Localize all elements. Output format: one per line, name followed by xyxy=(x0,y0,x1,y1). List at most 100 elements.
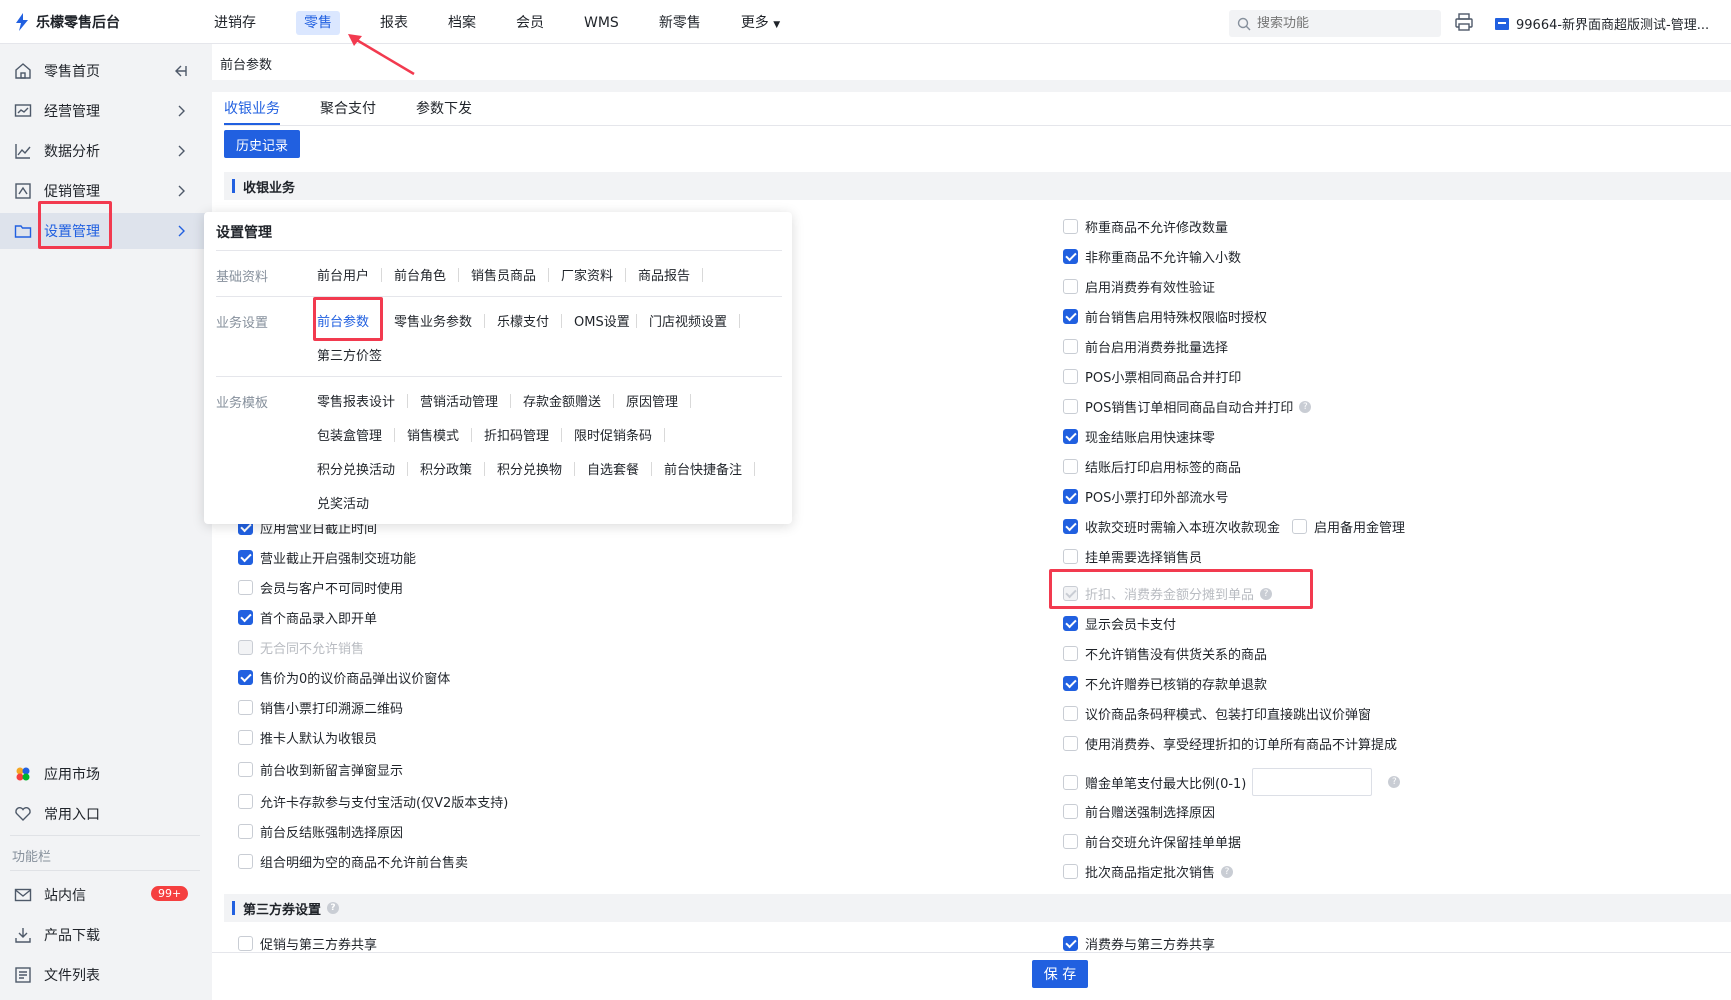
topnav-item-more[interactable]: 更多 ▼ xyxy=(727,0,794,44)
sidebar-item-app-market[interactable]: 应用市场 xyxy=(0,756,210,792)
checkbox[interactable] xyxy=(238,580,253,595)
topnav-item-wms[interactable]: WMS xyxy=(570,0,633,44)
flyout-link[interactable]: 前台快捷备注 xyxy=(664,459,742,478)
option-left-11[interactable]: 组合明细为空的商品不允许前台售卖 xyxy=(238,852,468,871)
option-right-16[interactable]: 议价商品条码秤模式、包装打印直接跳出议价弹窗 xyxy=(1063,704,1371,723)
checkbox[interactable] xyxy=(238,762,253,777)
collapse-sidebar-icon[interactable] xyxy=(174,63,188,79)
topnav-item-member[interactable]: 会员 xyxy=(502,0,558,44)
option-right-0[interactable]: 称重商品不允许修改数量 xyxy=(1063,217,1228,236)
checkbox[interactable] xyxy=(1063,616,1078,631)
option-left-7[interactable]: 推卡人默认为收银员 xyxy=(238,728,377,747)
flyout-link[interactable]: 销售模式 xyxy=(407,425,459,444)
help-icon[interactable]: ? xyxy=(327,902,340,914)
option-left-5[interactable]: 售价为0的议价商品弹出议价窗体 xyxy=(238,668,450,687)
option-left-8[interactable]: 前台收到新留言弹窗显示 xyxy=(238,760,403,779)
checkbox[interactable] xyxy=(1063,369,1078,384)
search-box[interactable] xyxy=(1229,10,1441,37)
flyout-link[interactable]: 存款金额赠送 xyxy=(523,391,601,410)
checkbox[interactable] xyxy=(1063,646,1078,661)
option-right-6[interactable]: POS销售订单相同商品自动合并打印? xyxy=(1063,397,1312,416)
flyout-link[interactable]: 前台用户 xyxy=(317,265,369,284)
sidebar-item-data-analysis[interactable]: 数据分析 xyxy=(0,133,210,169)
checkbox[interactable] xyxy=(238,794,253,809)
flyout-link[interactable]: 积分政策 xyxy=(420,459,472,478)
option-right-21[interactable]: 批次商品指定批次销售? xyxy=(1063,862,1234,881)
option-right-9[interactable]: POS小票打印外部流水号 xyxy=(1063,487,1228,506)
option-right-8[interactable]: 结账后打印启用标签的商品 xyxy=(1063,457,1241,476)
option-promo-third-party-share[interactable]: 促销与第三方券共享 xyxy=(238,934,377,953)
flyout-link[interactable]: 兑奖活动 xyxy=(317,493,369,512)
checkbox[interactable] xyxy=(238,730,253,745)
flyout-link[interactable]: OMS设置 xyxy=(574,311,630,330)
option-coupon-third-party-share[interactable]: 消费券与第三方券共享 xyxy=(1063,934,1215,953)
flyout-link[interactable]: 第三方价签 xyxy=(317,345,382,364)
sidebar-item-favorites[interactable]: 常用入口 xyxy=(0,796,210,832)
topnav-item-archive[interactable]: 档案 xyxy=(434,0,490,44)
max-ratio-input[interactable] xyxy=(1252,768,1373,796)
flyout-link[interactable]: 积分兑换活动 xyxy=(317,459,395,478)
topnav-item-new-retail[interactable]: 新零售 xyxy=(645,0,715,44)
checkbox[interactable] xyxy=(1063,864,1078,879)
printer-icon[interactable] xyxy=(1454,12,1474,32)
checkbox[interactable] xyxy=(1063,339,1078,354)
checkbox[interactable] xyxy=(1063,459,1078,474)
checkbox[interactable] xyxy=(1063,279,1078,294)
option-left-2[interactable]: 会员与客户不可同时使用 xyxy=(238,578,403,597)
option-right-11[interactable]: 挂单需要选择销售员 xyxy=(1063,547,1202,566)
flyout-link[interactable]: 门店视频设置 xyxy=(649,311,727,330)
checkbox[interactable] xyxy=(1063,706,1078,721)
option-right-14[interactable]: 不允许销售没有供货关系的商品 xyxy=(1063,644,1267,663)
tab-param-distribution[interactable]: 参数下发 xyxy=(416,92,472,125)
option-right-17[interactable]: 使用消费券、享受经理折扣的订单所有商品不计算提成 xyxy=(1063,734,1397,753)
option-left-3[interactable]: 首个商品录入即开单 xyxy=(238,608,377,627)
option-left-6[interactable]: 销售小票打印溯源二维码 xyxy=(238,698,403,717)
history-button[interactable]: 历史记录 xyxy=(224,130,301,158)
checkbox[interactable] xyxy=(238,824,253,839)
option-right-3[interactable]: 前台销售启用特殊权限临时授权 xyxy=(1063,307,1267,326)
flyout-link[interactable]: 前台角色 xyxy=(394,265,446,284)
checkbox[interactable] xyxy=(1063,936,1078,951)
checkbox[interactable] xyxy=(238,670,253,685)
checkbox[interactable] xyxy=(1063,429,1078,444)
tab-cashier-business[interactable]: 收银业务 xyxy=(224,92,280,125)
checkbox[interactable] xyxy=(1063,399,1078,414)
save-button[interactable]: 保 存 xyxy=(1032,960,1088,988)
help-icon[interactable]: ? xyxy=(1388,776,1401,788)
sidebar-item-downloads[interactable]: 产品下载 xyxy=(0,917,210,953)
flyout-link[interactable]: 厂家资料 xyxy=(561,265,613,284)
sidebar-item-inbox[interactable]: 站内信 99+ xyxy=(0,877,210,913)
option-right-4[interactable]: 前台启用消费券批量选择 xyxy=(1063,337,1228,356)
checkbox[interactable] xyxy=(1063,804,1078,819)
checkbox[interactable] xyxy=(1063,774,1078,790)
checkbox[interactable] xyxy=(1063,519,1078,534)
option-left-9[interactable]: 允许卡存款参与支付宝活动(仅V2版本支持) xyxy=(238,792,508,811)
option-right-15[interactable]: 不允许赠券已核销的存款单退款 xyxy=(1063,674,1267,693)
brand[interactable]: 乐檬零售后台 xyxy=(14,12,120,32)
checkbox[interactable] xyxy=(1063,834,1078,849)
flyout-link[interactable]: 商品报告 xyxy=(638,265,690,284)
help-icon[interactable]: ? xyxy=(1299,400,1312,413)
checkbox[interactable] xyxy=(1063,549,1078,564)
flyout-link[interactable]: 积分兑换物 xyxy=(497,459,562,478)
checkbox[interactable] xyxy=(1063,309,1078,324)
flyout-link[interactable]: 限时促销条码 xyxy=(574,425,652,444)
checkbox[interactable] xyxy=(238,550,253,565)
topnav-item-inventory[interactable]: 进销存 xyxy=(200,0,270,44)
flyout-link[interactable]: 零售业务参数 xyxy=(394,311,472,330)
flyout-link[interactable]: 营销活动管理 xyxy=(420,391,498,410)
checkbox[interactable] xyxy=(1063,676,1078,691)
flyout-link[interactable]: 包装盒管理 xyxy=(317,425,382,444)
checkbox[interactable] xyxy=(238,936,253,951)
sidebar-item-business-mgmt[interactable]: 经营管理 xyxy=(0,93,210,129)
flyout-link[interactable]: 销售员商品 xyxy=(471,265,536,284)
checkbox[interactable] xyxy=(1063,736,1078,751)
option-right-18[interactable]: 赠金单笔支付最大比例(0-1)? xyxy=(1063,768,1401,796)
checkbox[interactable] xyxy=(238,700,253,715)
checkbox[interactable] xyxy=(1063,249,1078,264)
option-right-20[interactable]: 前台交班允许保留挂单单据 xyxy=(1063,832,1241,851)
sidebar-item-file-list[interactable]: 文件列表 xyxy=(0,957,210,993)
sidebar-item-retail-home[interactable]: 零售首页 xyxy=(0,53,210,89)
store-selector[interactable]: 99664-新界面商超版测试-管理... xyxy=(1494,14,1709,33)
checkbox[interactable] xyxy=(1063,219,1078,234)
